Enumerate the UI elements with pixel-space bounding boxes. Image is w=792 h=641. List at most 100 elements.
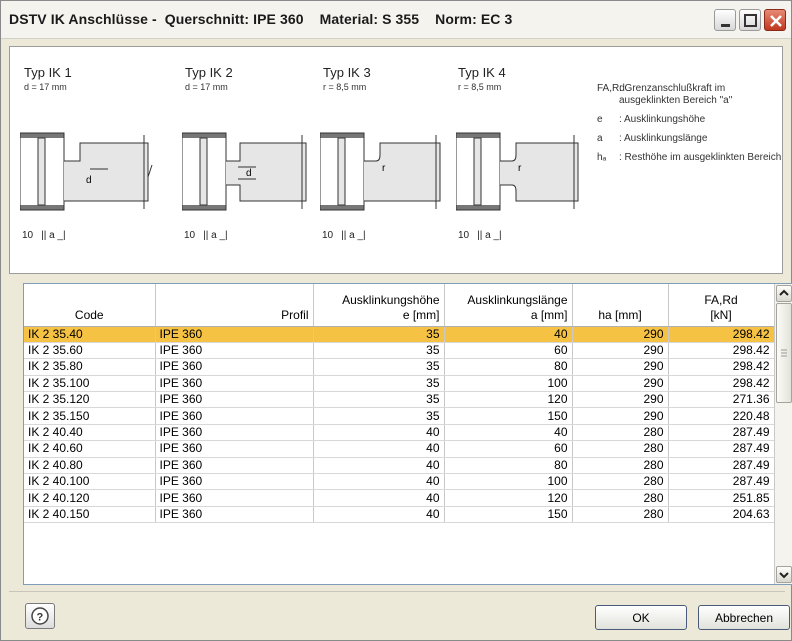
cell-profil[interactable]: IPE 360 <box>155 342 314 360</box>
cell-a[interactable]: 100 <box>444 375 573 393</box>
cell-e[interactable]: 40 <box>313 473 445 491</box>
minimize-button[interactable] <box>714 9 736 31</box>
cell-code[interactable]: IK 2 40.150 <box>24 506 156 524</box>
scroll-thumb[interactable] <box>776 303 792 403</box>
table-row[interactable]: IK 2 35.120 IPE 360 35 120 290 271.36 <box>24 391 792 409</box>
cell-e[interactable]: 35 <box>313 375 445 393</box>
cell-ha[interactable]: 290 <box>572 407 669 425</box>
table-row[interactable]: IK 2 40.80 IPE 360 40 80 280 287.49 <box>24 457 792 475</box>
cell-e[interactable]: 40 <box>313 424 445 442</box>
table-row[interactable]: IK 2 40.100 IPE 360 40 100 280 287.49 <box>24 473 792 491</box>
cell-a[interactable]: 60 <box>444 440 573 458</box>
cell-profil[interactable]: IPE 360 <box>155 424 314 442</box>
header-code[interactable]: Code <box>24 284 156 327</box>
cell-ha[interactable]: 280 <box>572 473 669 491</box>
table-row[interactable]: IK 2 35.100 IPE 360 35 100 290 298.42 <box>24 375 792 393</box>
cell-far[interactable]: 287.49 <box>668 440 775 458</box>
connections-table[interactable]: Code Profil Ausklinkungshöhe e [mm] Auskl… <box>23 283 792 585</box>
table-row[interactable]: IK 2 35.60 IPE 360 35 60 290 298.42 <box>24 342 792 360</box>
cell-a[interactable]: 150 <box>444 506 573 524</box>
scroll-up-button[interactable] <box>776 285 792 302</box>
cell-far[interactable]: 287.49 <box>668 473 775 491</box>
cell-ha[interactable]: 280 <box>572 424 669 442</box>
table-row[interactable]: IK 2 35.40 IPE 360 35 40 290 298.42 <box>24 326 792 343</box>
cell-ha[interactable]: 280 <box>572 457 669 475</box>
cell-a[interactable]: 80 <box>444 358 573 376</box>
cell-ha[interactable]: 280 <box>572 506 669 524</box>
cell-code[interactable]: IK 2 35.120 <box>24 391 156 409</box>
cell-profil[interactable]: IPE 360 <box>155 489 314 507</box>
cell-profil[interactable]: IPE 360 <box>155 407 314 425</box>
cell-a[interactable]: 80 <box>444 457 573 475</box>
table-row[interactable]: IK 2 40.40 IPE 360 40 40 280 287.49 <box>24 424 792 442</box>
table-row[interactable]: IK 2 40.60 IPE 360 40 60 280 287.49 <box>24 440 792 458</box>
table-row[interactable]: IK 2 35.80 IPE 360 35 80 290 298.42 <box>24 358 792 376</box>
vertical-scrollbar[interactable] <box>774 284 792 584</box>
cell-e[interactable]: 35 <box>313 326 445 343</box>
cell-code[interactable]: IK 2 40.120 <box>24 489 156 507</box>
cell-e[interactable]: 40 <box>313 506 445 524</box>
cell-far[interactable]: 298.42 <box>668 342 775 360</box>
table-row[interactable]: IK 2 40.120 IPE 360 40 120 280 251.85 <box>24 489 792 507</box>
cell-code[interactable]: IK 2 35.40 <box>24 326 156 343</box>
ok-button[interactable]: OK <box>595 605 687 630</box>
cell-a[interactable]: 150 <box>444 407 573 425</box>
cell-profil[interactable]: IPE 360 <box>155 440 314 458</box>
cell-far[interactable]: 298.42 <box>668 375 775 393</box>
cell-far[interactable]: 287.49 <box>668 424 775 442</box>
cell-a[interactable]: 120 <box>444 489 573 507</box>
cell-profil[interactable]: IPE 360 <box>155 358 314 376</box>
cell-profil[interactable]: IPE 360 <box>155 391 314 409</box>
cell-ha[interactable]: 290 <box>572 326 669 343</box>
header-far[interactable]: FA,Rd [kN] <box>668 284 775 327</box>
help-button[interactable]: ? <box>25 603 55 629</box>
cell-far[interactable]: 298.42 <box>668 358 775 376</box>
cell-code[interactable]: IK 2 40.80 <box>24 457 156 475</box>
cell-e[interactable]: 35 <box>313 358 445 376</box>
cell-profil[interactable]: IPE 360 <box>155 326 314 343</box>
cell-far[interactable]: 204.63 <box>668 506 775 524</box>
cell-ha[interactable]: 280 <box>572 489 669 507</box>
cell-e[interactable]: 35 <box>313 391 445 409</box>
cell-ha[interactable]: 290 <box>572 358 669 376</box>
cell-ha[interactable]: 290 <box>572 391 669 409</box>
table-row[interactable]: IK 2 40.150 IPE 360 40 150 280 204.63 <box>24 506 792 524</box>
cell-far[interactable]: 251.85 <box>668 489 775 507</box>
cell-a[interactable]: 40 <box>444 326 573 343</box>
cell-code[interactable]: IK 2 40.100 <box>24 473 156 491</box>
cell-code[interactable]: IK 2 35.60 <box>24 342 156 360</box>
scroll-down-button[interactable] <box>776 566 792 583</box>
cell-a[interactable]: 60 <box>444 342 573 360</box>
cell-ha[interactable]: 290 <box>572 375 669 393</box>
cell-e[interactable]: 40 <box>313 489 445 507</box>
cell-far[interactable]: 271.36 <box>668 391 775 409</box>
cell-far[interactable]: 298.42 <box>668 326 775 343</box>
cell-code[interactable]: IK 2 35.150 <box>24 407 156 425</box>
cell-e[interactable]: 40 <box>313 440 445 458</box>
cell-e[interactable]: 35 <box>313 407 445 425</box>
cell-profil[interactable]: IPE 360 <box>155 457 314 475</box>
cell-a[interactable]: 40 <box>444 424 573 442</box>
header-a[interactable]: Ausklinkungslänge a [mm] <box>444 284 573 327</box>
cell-code[interactable]: IK 2 35.80 <box>24 358 156 376</box>
cell-code[interactable]: IK 2 40.60 <box>24 440 156 458</box>
table-row[interactable]: IK 2 35.150 IPE 360 35 150 290 220.48 <box>24 407 792 425</box>
header-profil[interactable]: Profil <box>155 284 314 327</box>
cell-profil[interactable]: IPE 360 <box>155 506 314 524</box>
cell-far[interactable]: 287.49 <box>668 457 775 475</box>
cell-code[interactable]: IK 2 35.100 <box>24 375 156 393</box>
maximize-button[interactable] <box>739 9 761 31</box>
cell-far[interactable]: 220.48 <box>668 407 775 425</box>
cell-ha[interactable]: 280 <box>572 440 669 458</box>
cell-a[interactable]: 120 <box>444 391 573 409</box>
cell-profil[interactable]: IPE 360 <box>155 375 314 393</box>
header-e[interactable]: Ausklinkungshöhe e [mm] <box>313 284 445 327</box>
cell-profil[interactable]: IPE 360 <box>155 473 314 491</box>
cell-ha[interactable]: 290 <box>572 342 669 360</box>
cancel-button[interactable]: Abbrechen <box>698 605 790 630</box>
cell-e[interactable]: 35 <box>313 342 445 360</box>
cell-code[interactable]: IK 2 40.40 <box>24 424 156 442</box>
header-ha[interactable]: ha [mm] <box>572 284 669 327</box>
cell-e[interactable]: 40 <box>313 457 445 475</box>
close-button[interactable] <box>764 9 786 31</box>
